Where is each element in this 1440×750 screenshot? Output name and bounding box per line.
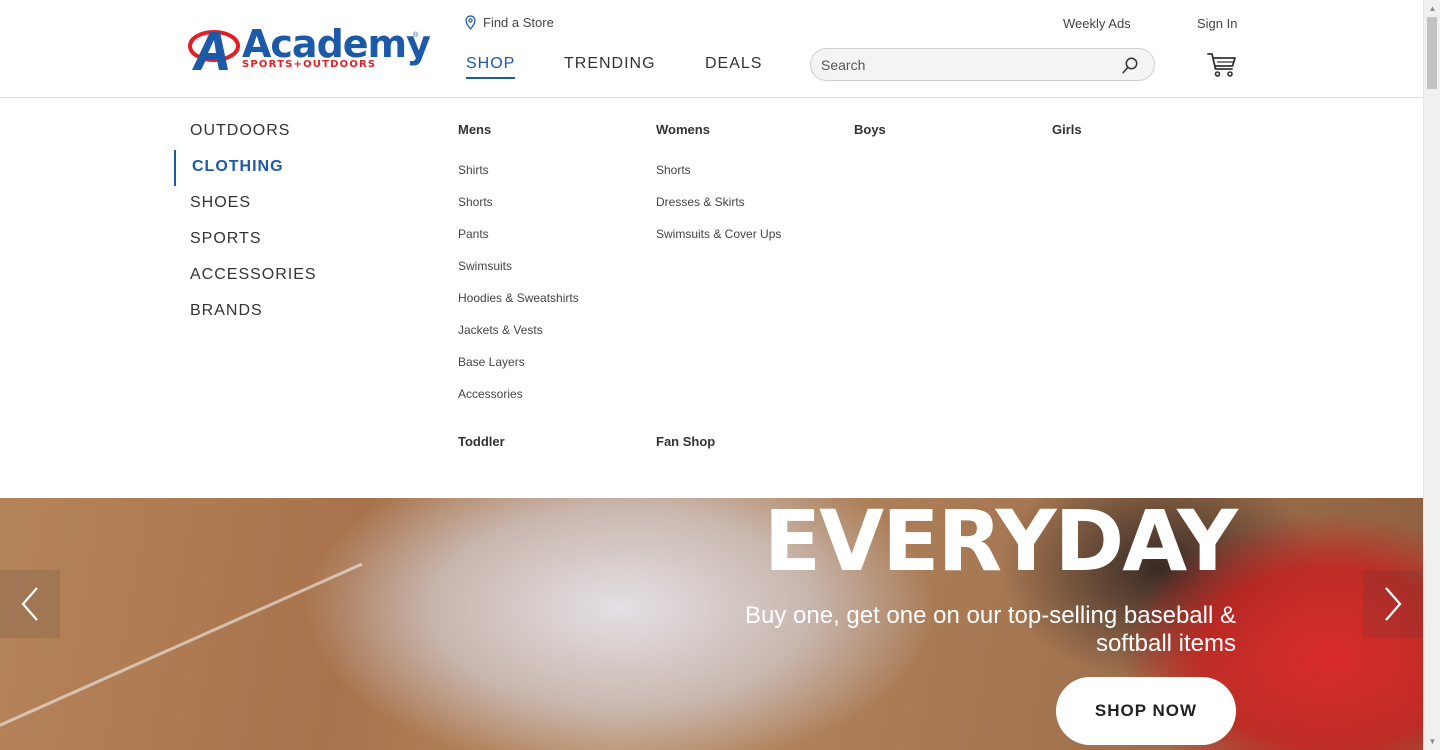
hero-title: EVERYDAY (763, 498, 1238, 590)
menu-heading-fan-shop[interactable]: Fan Shop (656, 434, 715, 449)
carousel-prev-button[interactable] (0, 570, 60, 638)
menu-link-mens-accessories[interactable]: Accessories (458, 387, 523, 401)
menu-link-mens-base-layers[interactable]: Base Layers (458, 355, 525, 369)
chevron-left-icon (21, 587, 38, 621)
category-clothing[interactable]: CLOTHING (192, 158, 284, 176)
academy-logo[interactable]: Academy ® SPORTS+OUTDOORS (188, 24, 431, 74)
cart-icon[interactable] (1207, 52, 1237, 78)
menu-heading-toddler[interactable]: Toddler (458, 434, 505, 449)
academy-a-logo-icon (188, 30, 240, 70)
scrollbar-thumb[interactable] (1427, 17, 1437, 89)
category-accessories[interactable]: ACCESSORIES (190, 266, 317, 284)
category-sports[interactable]: SPORTS (190, 230, 262, 248)
menu-heading-mens[interactable]: Mens (458, 122, 491, 137)
menu-link-mens-jackets[interactable]: Jackets & Vests (458, 323, 543, 337)
menu-link-mens-swimsuits[interactable]: Swimsuits (458, 259, 512, 273)
find-a-store-link[interactable]: Find a Store (465, 15, 554, 30)
carousel-next-button[interactable] (1363, 570, 1423, 638)
hero-subtitle: Buy one, get one on our top-selling base… (744, 602, 1236, 657)
logo-registered-mark: ® (413, 32, 419, 39)
menu-link-mens-shorts[interactable]: Shorts (458, 195, 493, 209)
search-icon[interactable] (1122, 57, 1138, 74)
shop-mega-menu: OUTDOORS CLOTHING SHOES SPORTS ACCESSORI… (0, 98, 1423, 498)
page-scrollbar[interactable]: ▲ ▼ (1423, 0, 1440, 750)
scroll-up-icon[interactable]: ▲ (1424, 0, 1440, 17)
menu-link-womens-shorts[interactable]: Shorts (656, 163, 691, 177)
menu-link-womens-swimsuits[interactable]: Swimsuits & Cover Ups (656, 227, 781, 241)
logo-tagline: SPORTS+OUTDOORS (242, 59, 377, 70)
chevron-right-icon (1385, 587, 1402, 621)
find-a-store-label: Find a Store (483, 15, 554, 30)
menu-link-mens-hoodies[interactable]: Hoodies & Sweatshirts (458, 291, 579, 305)
sign-in-link[interactable]: Sign In (1197, 16, 1237, 31)
scroll-down-icon[interactable]: ▼ (1424, 733, 1440, 750)
nav-trending[interactable]: TRENDING (564, 55, 656, 73)
search-bar (810, 48, 1155, 81)
category-brands[interactable]: BRANDS (190, 302, 263, 320)
site-header: Academy ® SPORTS+OUTDOORS Find a Store W… (0, 0, 1423, 98)
category-outdoors[interactable]: OUTDOORS (190, 122, 290, 140)
menu-link-mens-shirts[interactable]: Shirts (458, 163, 489, 177)
nav-shop[interactable]: SHOP (466, 55, 516, 79)
category-shoes[interactable]: SHOES (190, 194, 251, 212)
location-pin-icon (465, 15, 476, 30)
search-input[interactable] (821, 55, 1111, 75)
menu-link-womens-dresses[interactable]: Dresses & Skirts (656, 195, 745, 209)
shop-now-button[interactable]: SHOP NOW (1056, 677, 1236, 745)
menu-link-mens-pants[interactable]: Pants (458, 227, 489, 241)
menu-heading-womens[interactable]: Womens (656, 122, 710, 137)
menu-heading-girls[interactable]: Girls (1052, 122, 1082, 137)
nav-deals[interactable]: DEALS (705, 55, 762, 73)
weekly-ads-link[interactable]: Weekly Ads (1063, 16, 1131, 31)
menu-heading-boys[interactable]: Boys (854, 122, 886, 137)
hero-banner: EVERYDAY Buy one, get one on our top-sel… (0, 498, 1423, 750)
active-category-indicator (174, 150, 176, 186)
logo-wordmark: Academy (242, 22, 431, 66)
